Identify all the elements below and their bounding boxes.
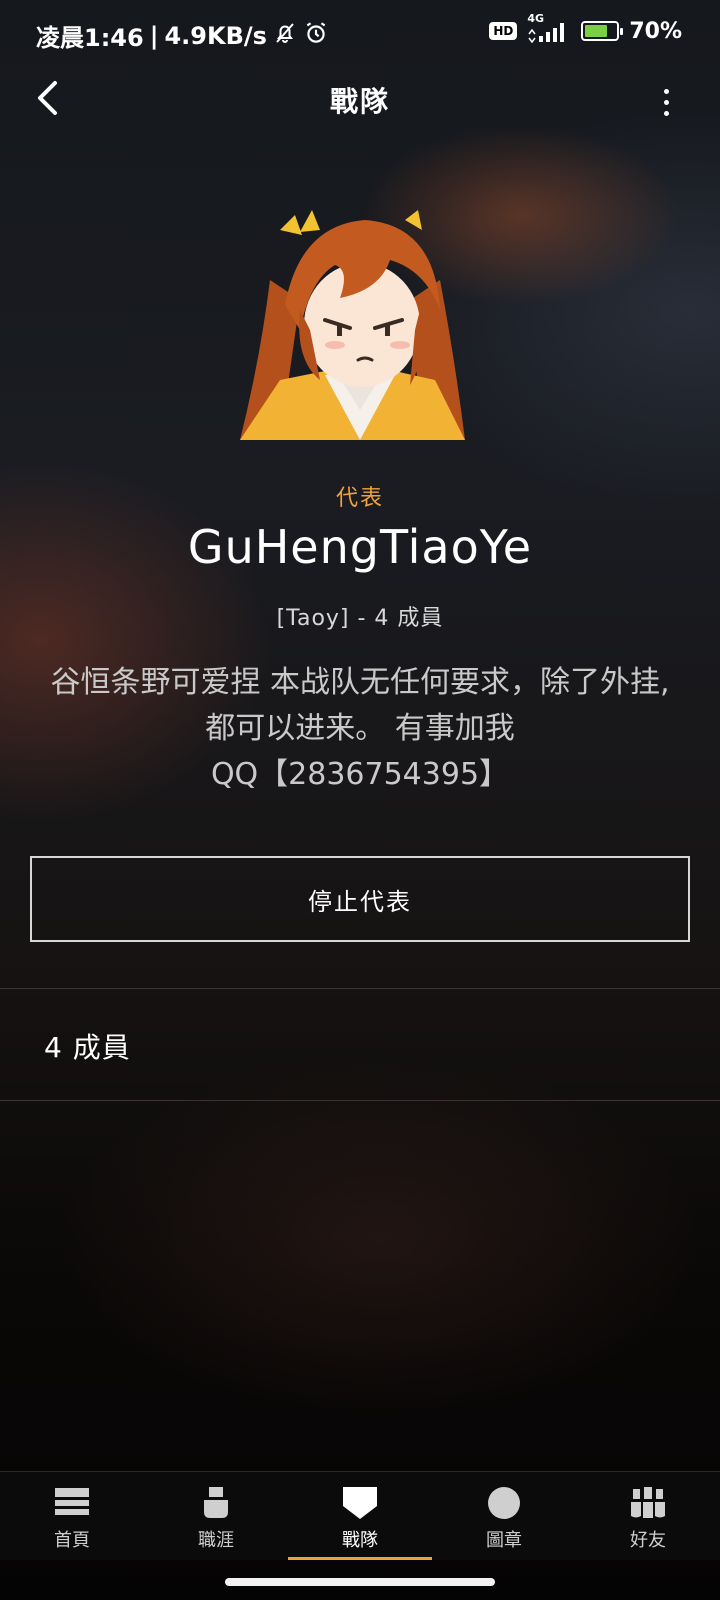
status-right: HD 4G 70% [489,12,682,44]
home-icon [54,1486,90,1520]
gesture-home-bar[interactable] [225,1578,495,1586]
divider [0,1100,720,1101]
anime-girl-emblem-image [240,210,465,440]
nav-label-home: 首頁 [54,1530,90,1551]
top-app-bar: 戰隊 [0,70,720,130]
nav-label-career: 職涯 [198,1530,234,1551]
clan-screen: 凌晨1:46 | 4.9KB/s HD 4G 70% 戰隊 代表 GuHengT… [0,0,720,1600]
nav-item-home[interactable]: 首頁 [0,1472,144,1560]
battery-icon [581,21,624,41]
clan-tag-member-count: [Taoy] - 4 成員 [276,606,444,631]
network-type: 4G [527,12,545,25]
battery-level: 70% [629,18,682,44]
status-bar: 凌晨1:46 | 4.9KB/s HD 4G 70% [0,0,720,70]
nav-label-friends: 好友 [630,1530,666,1551]
nav-label-emblem: 圖章 [486,1530,522,1551]
status-separator: | [149,21,159,50]
role-label: 代表 [335,486,384,511]
nav-item-career[interactable]: 職涯 [144,1472,288,1560]
nav-item-emblem[interactable]: 圖章 [432,1472,576,1560]
bottom-navigation: 首頁 職涯 戰隊 圖章 好友 [0,1471,720,1560]
clan-name: GuHengTiaoYe [187,520,533,574]
signal-icon: 4G [527,12,571,44]
clan-emblem [240,210,480,450]
nav-item-friends[interactable]: 好友 [576,1472,720,1560]
more-vert-icon [663,88,669,94]
stop-representing-button[interactable]: 停止代表 [30,856,690,942]
hd-badge: HD [489,22,518,40]
emblem-icon [486,1486,522,1520]
career-icon [198,1486,234,1520]
nav-item-clan[interactable]: 戰隊 [288,1472,432,1560]
bell-off-icon [273,21,297,51]
status-net-speed: 4.9KB/s [164,21,267,50]
alarm-icon [303,20,329,52]
nav-label-clan: 戰隊 [342,1530,378,1551]
status-left: 凌晨1:46 | 4.9KB/s [36,18,329,53]
divider [0,988,720,989]
more-options-button[interactable] [654,84,678,120]
friends-icon [630,1486,666,1520]
clan-icon [342,1486,378,1520]
members-list-header[interactable]: 4 成員 [44,1026,131,1066]
status-time: 凌晨1:46 [36,24,144,52]
page-title: 戰隊 [329,85,390,118]
clan-description: 谷恒条野可爱捏 本战队无任何要求，除了外挂,都可以进来。 有事加我 QQ【283… [50,665,670,792]
